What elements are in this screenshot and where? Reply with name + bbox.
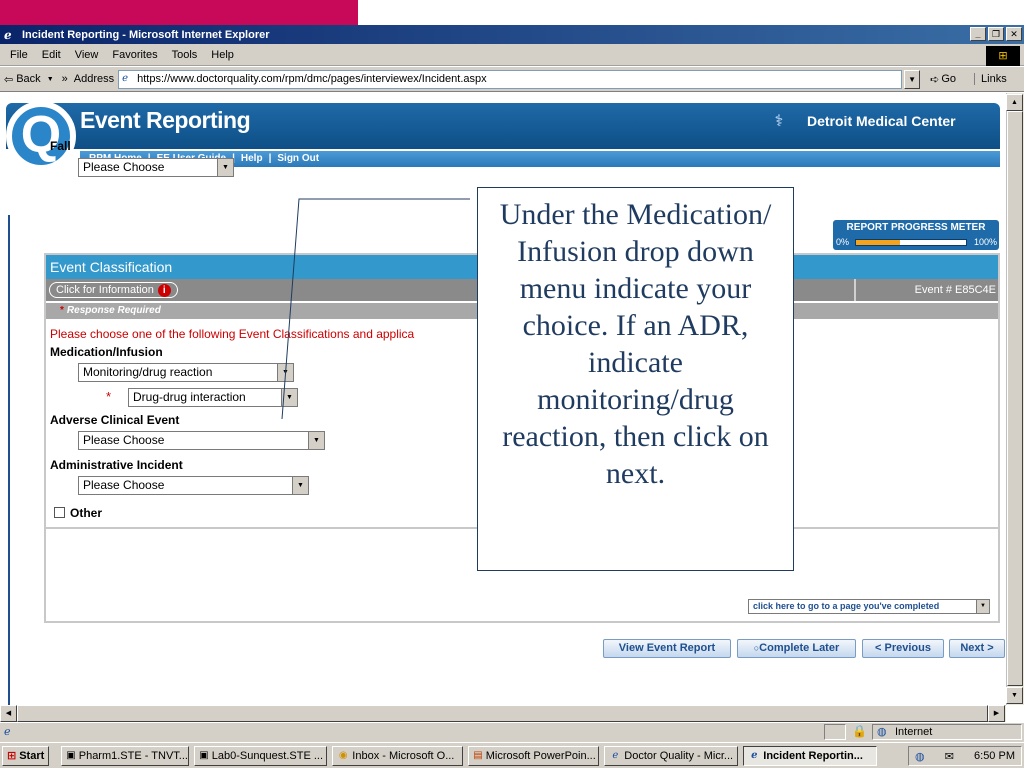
slide-accent-strip — [0, 0, 358, 26]
ie-icon: ℯ — [751, 749, 758, 761]
system-tray: ◍ ✉ 6:50 PM — [908, 746, 1022, 766]
task-powerpoint[interactable]: ▤ Microsoft PowerPoin... — [468, 745, 600, 766]
task-label: Incident Reportin... — [763, 749, 863, 762]
links-button[interactable]: Links — [974, 73, 1007, 85]
go-label: Go — [941, 73, 957, 85]
task-inbox-outlook[interactable]: ◉ Inbox - Microsoft O... — [332, 745, 464, 766]
window-title: Incident Reporting - Microsoft Internet … — [22, 28, 270, 41]
close-button[interactable]: ✕ — [1006, 27, 1022, 41]
task-label: Doctor Quality - Micr... — [624, 749, 734, 762]
screen: ℯ Incident Reporting - Microsoft Interne… — [0, 0, 1024, 768]
window-title-bar[interactable]: ℯ Incident Reporting - Microsoft Interne… — [0, 25, 1024, 44]
task-lab0-sunquest[interactable]: ▣ Lab0-Sunquest.STE ... — [194, 745, 328, 766]
url-text: https://www.doctorquality.com/rpm/dmc/pa… — [137, 72, 487, 85]
start-label: Start — [19, 749, 45, 762]
task-incident-reporting[interactable]: ℯ Incident Reportin... — [743, 745, 878, 766]
powerpoint-icon: ▤ — [473, 749, 483, 761]
horizontal-scroll-thumb[interactable] — [17, 705, 988, 722]
menu-view[interactable]: View — [75, 49, 99, 61]
tray-network-icon[interactable]: ◍ — [915, 750, 925, 763]
menu-edit[interactable]: Edit — [42, 49, 61, 61]
task-label: Microsoft PowerPoin... — [485, 749, 596, 762]
scroll-right-button[interactable]: ▶ — [988, 705, 1005, 722]
terminal-icon: ▣ — [199, 749, 209, 761]
scroll-left-button[interactable]: ◀ — [0, 705, 17, 722]
back-label: Back — [16, 73, 41, 85]
globe-icon: ◍ — [877, 726, 887, 738]
minimize-button[interactable]: _ — [970, 27, 986, 41]
page-status-icon: ℯ — [4, 726, 11, 738]
page-icon: ℯ — [122, 72, 129, 84]
page-content: Q Event Reporting ⚕ Detroit Medical Cent… — [0, 93, 1006, 705]
clock: 6:50 PM — [974, 750, 1015, 762]
start-button[interactable]: ⊞ Start — [2, 745, 50, 766]
window-controls: _ ❐ ✕ — [970, 27, 1022, 41]
security-zone: ◍ Internet — [872, 724, 1022, 740]
restore-button[interactable]: ❐ — [988, 27, 1004, 41]
toolbar-chevron[interactable]: » — [62, 73, 68, 85]
outlook-icon: ◉ — [338, 749, 348, 761]
annotation-callout: Under the Medication/ Infusion drop down… — [477, 187, 794, 571]
back-dropdown-icon[interactable]: ▼ — [47, 76, 54, 83]
address-input[interactable]: ℯ https://www.doctorquality.com/rpm/dmc/… — [118, 69, 903, 89]
menu-help[interactable]: Help — [211, 49, 234, 61]
vertical-scroll-thumb[interactable] — [1007, 111, 1023, 686]
scroll-down-button[interactable]: ▼ — [1006, 687, 1023, 704]
windows-flag-icon: ⊞ — [7, 750, 17, 762]
lock-icon: 🔒 — [852, 724, 867, 738]
task-label: Lab0-Sunquest.STE ... — [211, 749, 324, 762]
menu-tools[interactable]: Tools — [172, 49, 198, 61]
address-toolbar: ⇦ Back ▼ » Address ℯ https://www.doctorq… — [0, 67, 1024, 92]
back-button[interactable]: ⇦ Back ▼ — [0, 73, 58, 86]
go-button[interactable]: ➪ Go — [930, 73, 956, 86]
ie-icon: ℯ — [4, 27, 12, 42]
go-arrow-icon: ➪ — [930, 73, 940, 86]
task-label: Pharm1.STE - TNVT... — [78, 749, 188, 762]
taskbar: ⊞ Start ▣ Pharm1.STE - TNVT... ▣ Lab0-Su… — [0, 742, 1024, 768]
task-doctor-quality[interactable]: ℯ Doctor Quality - Micr... — [604, 745, 739, 766]
tray-mail-icon[interactable]: ✉ — [945, 750, 954, 763]
windows-logo-icon: ⊞ — [986, 46, 1020, 66]
address-label: Address — [73, 73, 115, 85]
address-dropdown-button[interactable]: ▼ — [904, 69, 921, 89]
scroll-up-button[interactable]: ▲ — [1006, 94, 1023, 111]
zone-label: Internet — [895, 726, 933, 738]
status-pane — [824, 724, 846, 740]
task-pharm1[interactable]: ▣ Pharm1.STE - TNVT... — [61, 745, 190, 766]
terminal-icon: ▣ — [66, 749, 76, 761]
ie-icon: ℯ — [612, 749, 619, 761]
menu-bar: File Edit View Favorites Tools Help — [0, 44, 1024, 66]
menu-file[interactable]: File — [10, 49, 28, 61]
status-bar — [0, 722, 1024, 742]
menu-favorites[interactable]: Favorites — [112, 49, 157, 61]
back-arrow-icon: ⇦ — [4, 73, 14, 86]
task-label: Inbox - Microsoft O... — [352, 749, 455, 762]
